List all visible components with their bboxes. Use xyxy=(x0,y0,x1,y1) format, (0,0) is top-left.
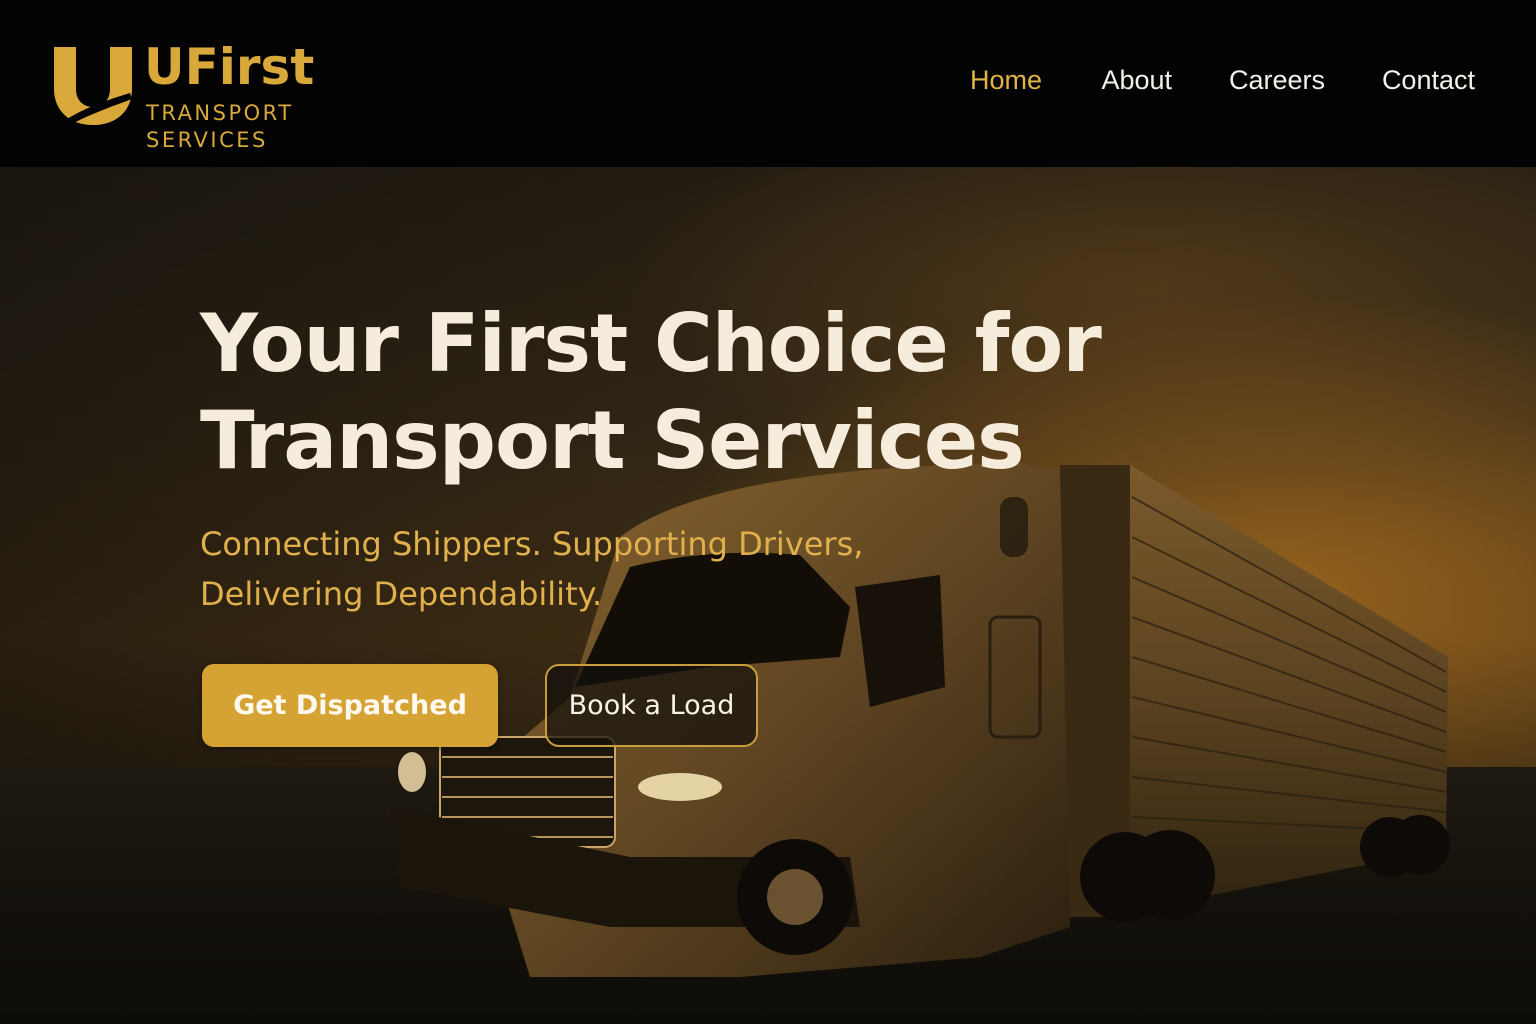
logo-name: UFirst xyxy=(144,38,315,96)
nav-careers[interactable]: Careers xyxy=(1229,58,1325,102)
hero-section: Your First Choice for Transport Services… xyxy=(0,167,1536,1024)
nav-home[interactable]: Home xyxy=(970,58,1042,102)
logo-u-icon xyxy=(54,47,132,125)
site-header: UFirst TRANSPORT SERVICES Home About Car… xyxy=(0,0,1536,167)
get-dispatched-button[interactable]: Get Dispatched xyxy=(202,664,498,747)
logo-tagline: TRANSPORT SERVICES xyxy=(146,101,294,152)
nav-contact[interactable]: Contact xyxy=(1382,58,1475,102)
nav-about[interactable]: About xyxy=(1101,58,1172,102)
book-a-load-button[interactable]: Book a Load xyxy=(545,664,758,747)
hero-title: Your First Choice for Transport Services xyxy=(200,297,1102,487)
hero-subtitle: Connecting Shippers. Supporting Drivers,… xyxy=(200,525,864,613)
logo[interactable]: UFirst TRANSPORT SERVICES xyxy=(52,38,332,155)
